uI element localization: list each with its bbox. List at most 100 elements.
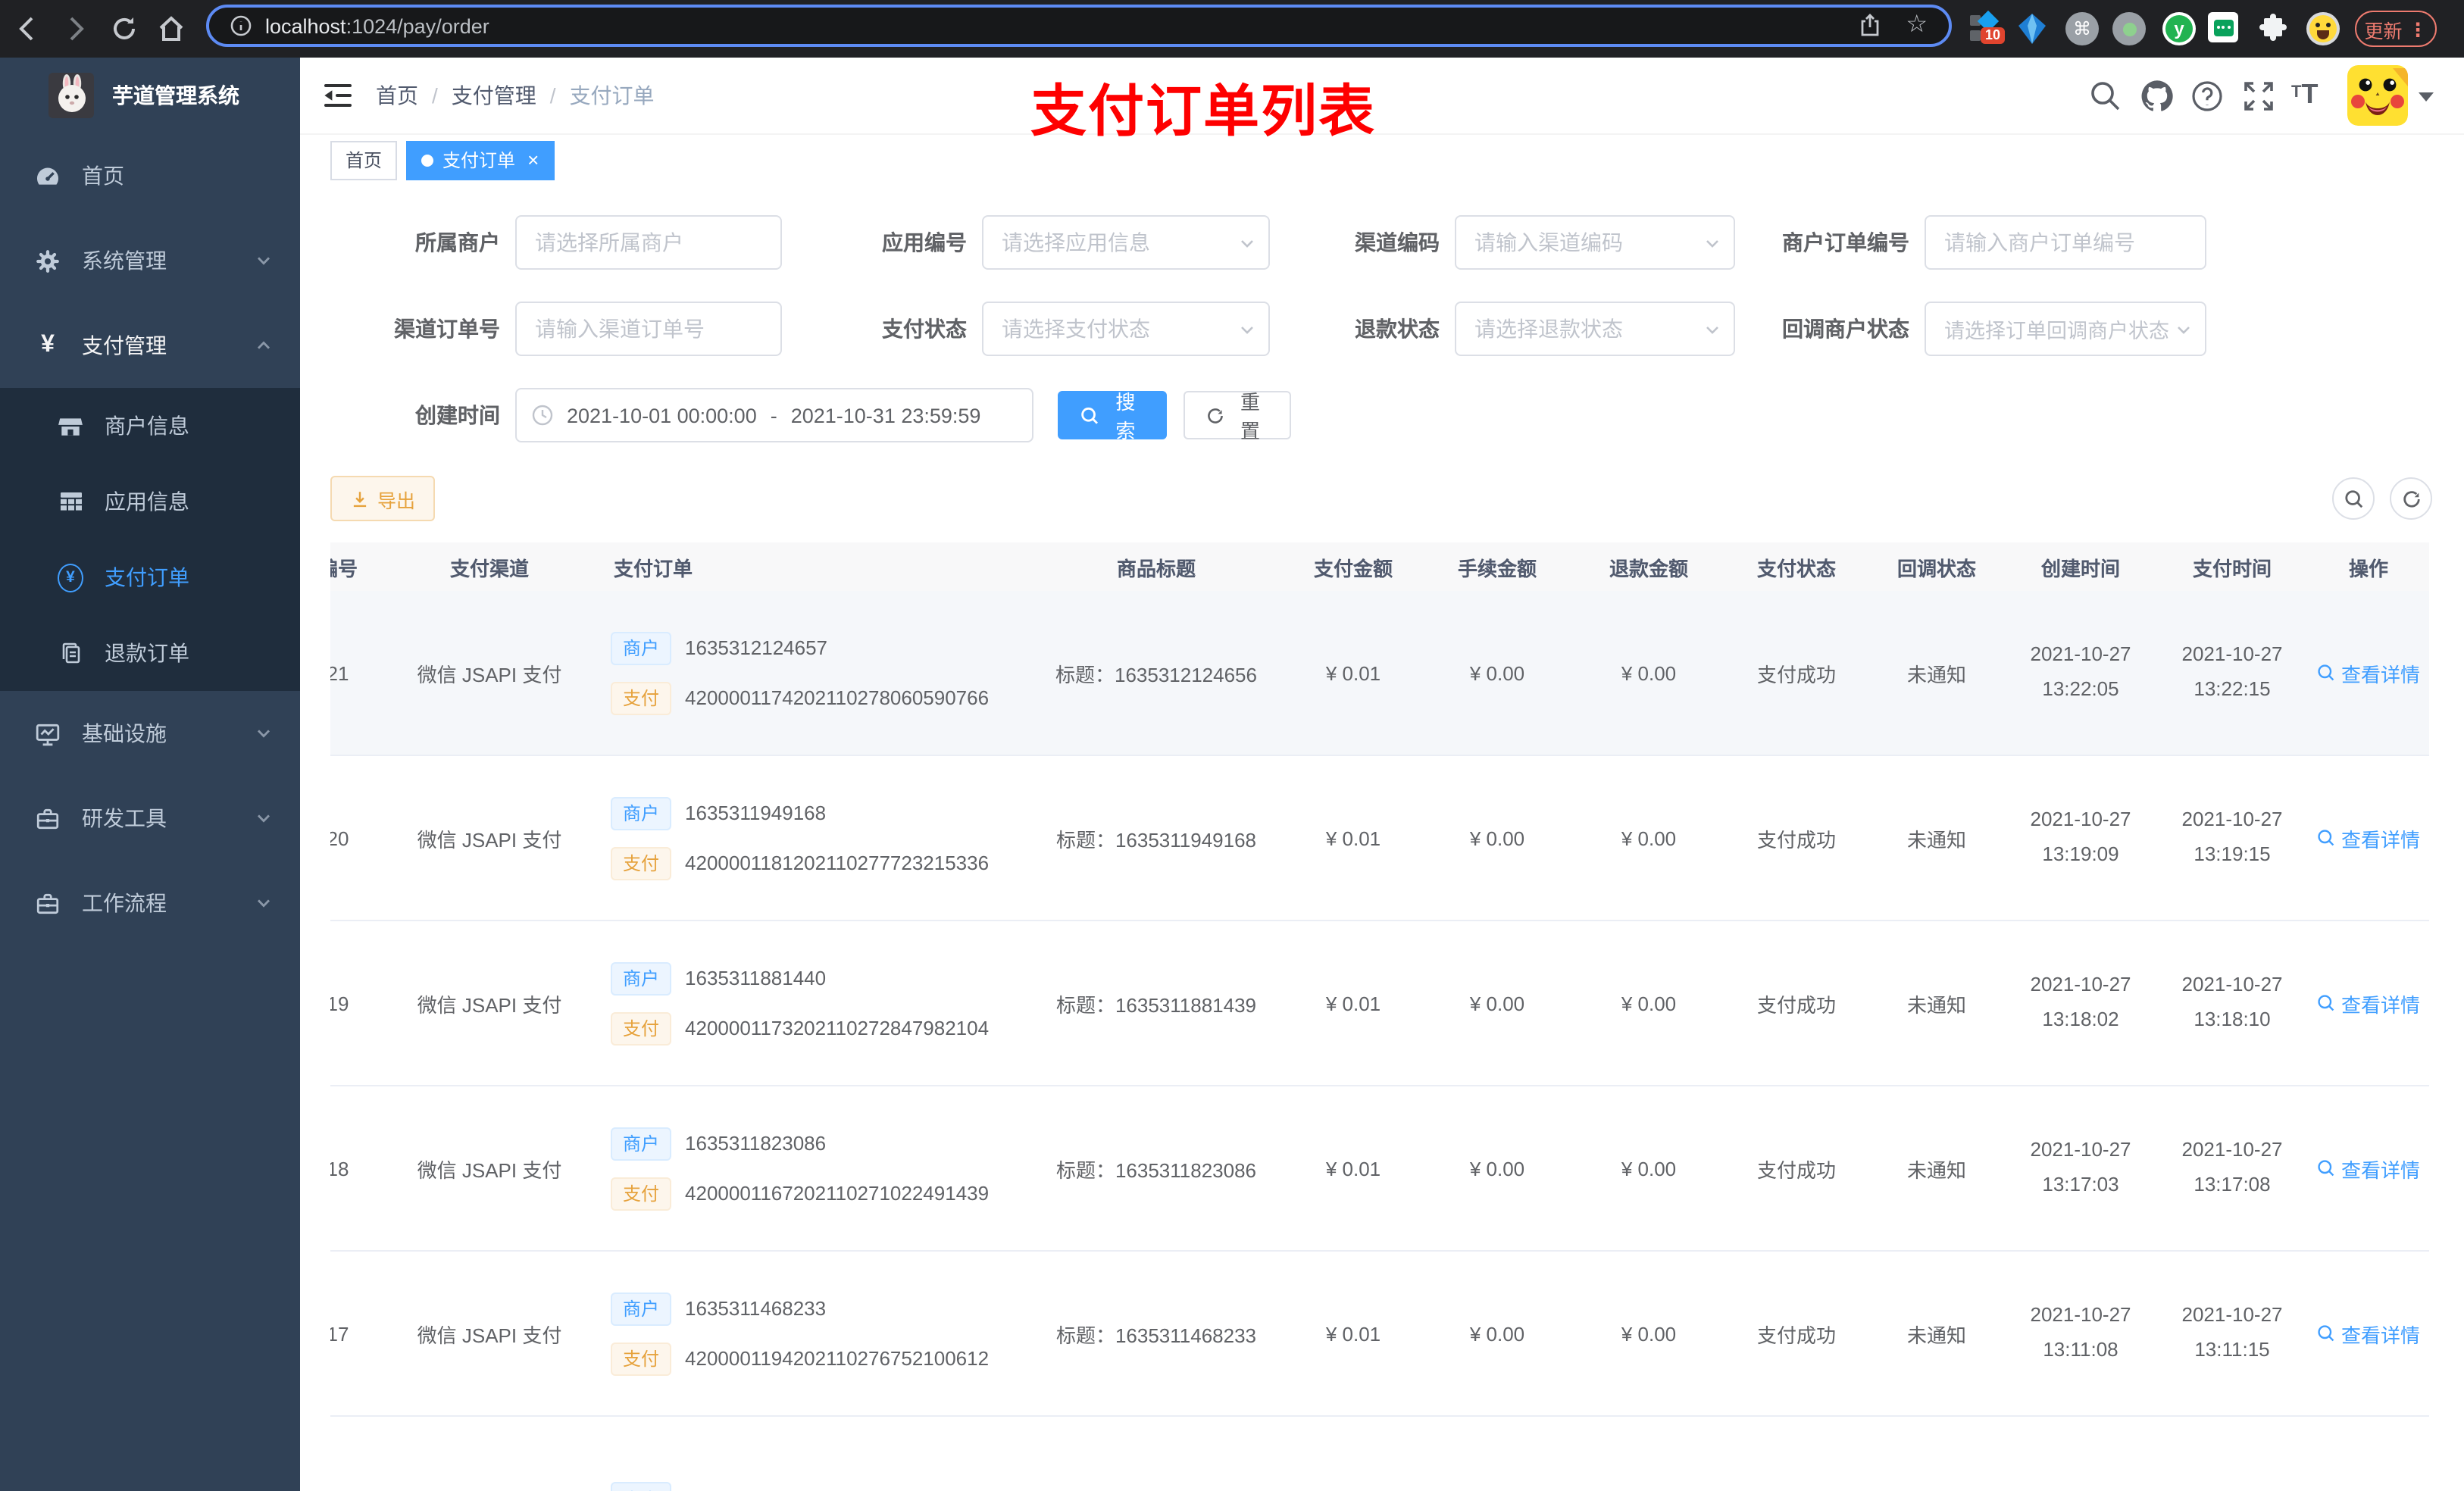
screen: localhost:1024/pay/order ☆ 10 ⌘ y 更新 ⋮ 芋道… bbox=[0, 0, 2464, 1491]
sidebar-item-app-info[interactable]: 应用信息 bbox=[0, 464, 300, 539]
merchant-tag: 商户 bbox=[611, 631, 672, 664]
sidebar-item-dev-tools[interactable]: 研发工具 bbox=[0, 776, 300, 861]
extension-command-icon[interactable]: ⌘ bbox=[2065, 12, 2099, 45]
view-detail-link[interactable]: 查看详情 bbox=[2317, 658, 2420, 687]
extension-emoji-icon[interactable] bbox=[2306, 12, 2340, 45]
sidebar-item-pay-order[interactable]: ¥ 支付订单 bbox=[0, 539, 300, 615]
toggle-search-button[interactable] bbox=[2332, 477, 2375, 520]
search-icon bbox=[2344, 489, 2362, 508]
sidebar-item-label: 商户信息 bbox=[105, 414, 189, 438]
sidebar-item-label: 系统管理 bbox=[82, 248, 167, 273]
browser-update-button[interactable]: 更新 ⋮ bbox=[2355, 11, 2437, 47]
col-notify-status: 回调状态 bbox=[1896, 557, 1976, 580]
hamburger-icon[interactable] bbox=[323, 82, 353, 109]
col-channel: 支付渠道 bbox=[449, 557, 529, 580]
tags-view-bar: 首页 支付订单 × bbox=[300, 135, 2464, 186]
sidebar: 芋道管理系统 首页 系统管理 ¥ 支付管理 商户信息 应用信息 ¥ 支付订单 退… bbox=[0, 58, 300, 1491]
sidebar-item-payment[interactable]: ¥ 支付管理 bbox=[0, 303, 300, 388]
view-detail-link[interactable]: 查看详情 bbox=[2317, 1154, 2420, 1183]
sidebar-item-refund-order[interactable]: 退款订单 bbox=[0, 615, 300, 691]
sidebar-item-label: 工作流程 bbox=[82, 891, 167, 915]
extension-kite-icon[interactable] bbox=[2015, 12, 2049, 45]
col-refund-amount: 退款金额 bbox=[1609, 557, 1688, 580]
table-row: 17 微信 JSAPI 支付 商户1635311468233 支付4200001… bbox=[330, 1252, 2429, 1417]
channel-code-select[interactable]: 请输入渠道编码 bbox=[1455, 215, 1735, 270]
font-size-icon[interactable]: TT bbox=[2291, 79, 2326, 114]
toolbox-icon bbox=[35, 805, 61, 831]
callback-status-select[interactable]: 请选择订单回调商户状态 bbox=[1925, 302, 2206, 356]
refresh-table-button[interactable] bbox=[2390, 477, 2432, 520]
extension-badge: 10 bbox=[1981, 27, 2006, 44]
sidebar-item-home[interactable]: 首页 bbox=[0, 133, 300, 218]
search-icon[interactable] bbox=[2088, 79, 2123, 114]
browser-toolbar: localhost:1024/pay/order ☆ 10 ⌘ y 更新 ⋮ bbox=[0, 0, 2464, 58]
briefcase-icon bbox=[35, 890, 61, 916]
site-info-icon[interactable] bbox=[230, 15, 252, 36]
bookmark-star-icon[interactable]: ☆ bbox=[1906, 13, 1928, 38]
sidebar-item-workflow[interactable]: 工作流程 bbox=[0, 861, 300, 946]
extension-chat-icon[interactable] bbox=[2208, 12, 2241, 45]
magnifier-icon bbox=[2318, 830, 2334, 846]
merchant-tag: 商户 bbox=[611, 796, 672, 830]
sidebar-item-system[interactable]: 系统管理 bbox=[0, 218, 300, 303]
merchant-order-no-input[interactable] bbox=[1925, 215, 2206, 270]
github-icon[interactable] bbox=[2140, 79, 2175, 114]
logo-avatar bbox=[48, 73, 94, 118]
view-detail-link[interactable]: 查看详情 bbox=[2317, 989, 2420, 1017]
export-button[interactable]: 导出 bbox=[330, 476, 436, 521]
extension-y-icon[interactable]: y bbox=[2162, 12, 2196, 45]
date-start: 2021-10-01 00:00:00 bbox=[567, 404, 757, 427]
app-select[interactable]: 请选择应用信息 bbox=[982, 215, 1270, 270]
table-header: 编号 支付渠道 支付订单 商品标题 支付金额 手续金额 退款金额 支付状态 回调… bbox=[330, 542, 2429, 591]
sidebar-item-label: 首页 bbox=[82, 164, 124, 188]
sidebar-item-merchant-info[interactable]: 商户信息 bbox=[0, 388, 300, 464]
col-pay-time: 支付时间 bbox=[2192, 557, 2272, 580]
view-detail-link[interactable]: 查看详情 bbox=[2317, 824, 2420, 852]
refund-status-select[interactable]: 请选择退款状态 bbox=[1455, 302, 1735, 356]
extension-diamond-icon[interactable]: 10 bbox=[1968, 10, 2006, 45]
col-pay-status: 支付状态 bbox=[1756, 557, 1836, 580]
monitor-icon bbox=[35, 720, 61, 746]
magnifier-icon bbox=[2318, 995, 2334, 1011]
tag-home[interactable]: 首页 bbox=[330, 140, 398, 180]
extension-dot-icon[interactable] bbox=[2112, 12, 2146, 45]
create-time-range-input[interactable]: 2021-10-01 00:00:00 - 2021-10-31 23:59:5… bbox=[515, 388, 1033, 442]
channel-order-no-input[interactable] bbox=[515, 302, 782, 356]
merchant-tag: 商户 bbox=[611, 961, 672, 995]
reset-button[interactable]: 重置 bbox=[1184, 391, 1291, 442]
chevron-up-icon bbox=[257, 341, 270, 349]
avatar[interactable] bbox=[2347, 65, 2408, 126]
yen-icon: ¥ bbox=[41, 332, 55, 358]
chevron-down-icon bbox=[257, 257, 270, 265]
yen-circle-icon: ¥ bbox=[58, 563, 83, 592]
breadcrumb-current: 支付订单 bbox=[569, 83, 655, 108]
close-icon[interactable]: × bbox=[527, 150, 539, 170]
fullscreen-icon[interactable] bbox=[2241, 79, 2276, 114]
back-icon[interactable] bbox=[12, 14, 42, 44]
search-icon bbox=[1081, 406, 1099, 424]
table-row: 18 微信 JSAPI 支付 商户1635311823086 支付4200001… bbox=[330, 1086, 2429, 1252]
forward-icon[interactable] bbox=[61, 14, 91, 44]
reload-icon[interactable] bbox=[109, 14, 139, 44]
pay-status-select[interactable]: 请选择支付状态 bbox=[982, 302, 1270, 356]
field-label: 回调商户状态 bbox=[1782, 317, 1909, 341]
field-label: 渠道编码 bbox=[1355, 230, 1440, 255]
sidebar-item-infrastructure[interactable]: 基础设施 bbox=[0, 691, 300, 776]
store-icon bbox=[58, 413, 83, 439]
browser-menu-icon[interactable]: ⋮ bbox=[2409, 17, 2428, 40]
address-bar[interactable]: localhost:1024/pay/order ☆ bbox=[206, 5, 1952, 47]
breadcrumb: 首页 / 支付管理 / 支付订单 bbox=[376, 58, 655, 133]
view-detail-link[interactable]: 查看详情 bbox=[2317, 1319, 2420, 1348]
breadcrumb-home[interactable]: 首页 bbox=[376, 80, 418, 111]
home-icon[interactable] bbox=[156, 14, 186, 44]
help-icon[interactable] bbox=[2190, 79, 2225, 114]
extensions-puzzle-icon[interactable] bbox=[2256, 12, 2290, 45]
search-button[interactable]: 搜索 bbox=[1058, 391, 1167, 442]
caret-down-icon[interactable] bbox=[2419, 92, 2434, 102]
grid-icon bbox=[58, 489, 83, 514]
share-icon[interactable] bbox=[1857, 14, 1881, 38]
breadcrumb-pay-mgmt[interactable]: 支付管理 bbox=[452, 80, 536, 111]
tag-pay-order[interactable]: 支付订单 × bbox=[406, 140, 555, 180]
merchant-input[interactable] bbox=[515, 215, 782, 270]
sidebar-item-label: 退款订单 bbox=[105, 641, 189, 665]
